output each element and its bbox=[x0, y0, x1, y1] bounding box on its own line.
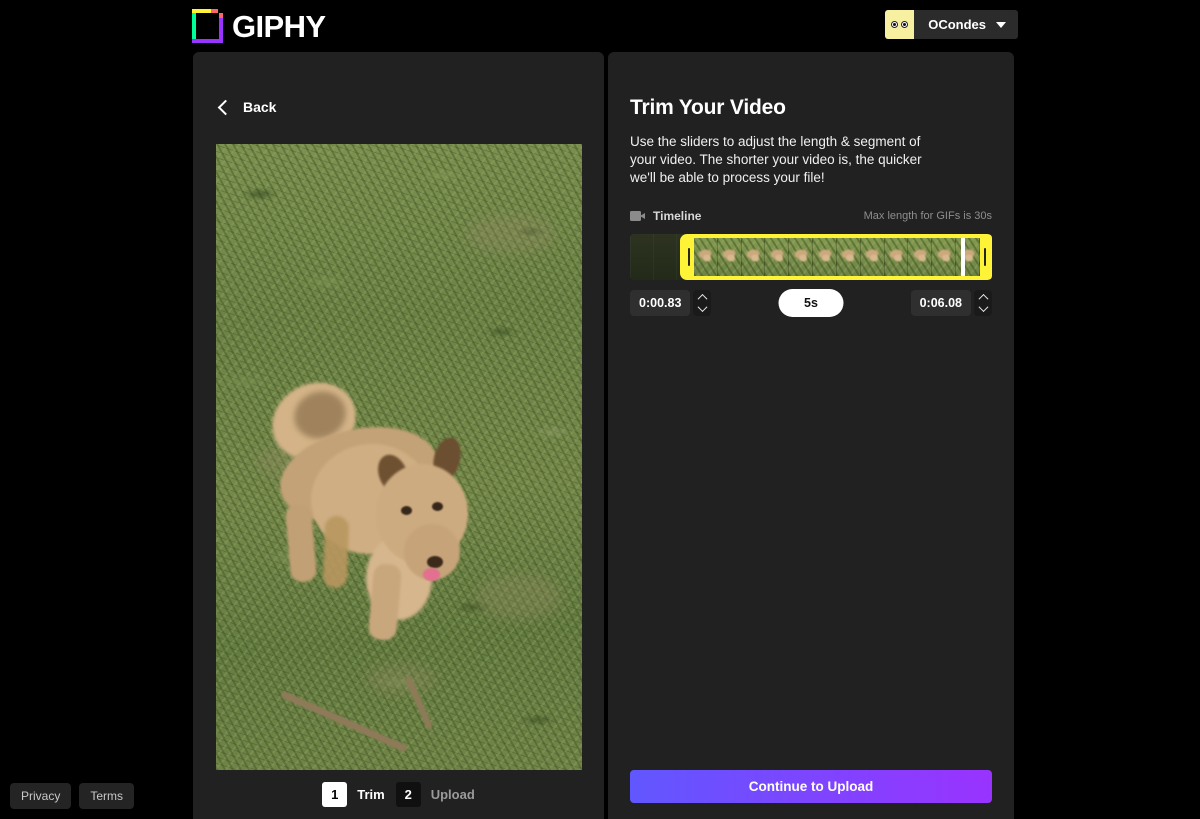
privacy-link[interactable]: Privacy bbox=[10, 783, 72, 809]
timeline-playhead[interactable] bbox=[961, 238, 965, 276]
chevron-left-icon bbox=[217, 99, 234, 115]
step-upload-number: 2 bbox=[395, 782, 421, 807]
trim-panel: Trim Your Video Use the sliders to adjus… bbox=[608, 52, 1014, 819]
end-time-input[interactable]: 0:06.08 bbox=[910, 290, 971, 316]
top-bar: GIPHY OCondes bbox=[0, 0, 1200, 52]
end-time-stepper[interactable] bbox=[974, 290, 992, 316]
preview-dog-subject bbox=[216, 144, 582, 770]
footer-links: Privacy Terms bbox=[10, 783, 135, 809]
app-root: GIPHY OCondes Back 1 Trim 2 Upload Trim … bbox=[0, 0, 1200, 819]
start-time-control[interactable]: 0:00.83 bbox=[630, 290, 712, 316]
trim-controls: 0:00.83 5s 0:06.08 bbox=[630, 289, 992, 318]
step-indicator: 1 Trim 2 Upload bbox=[193, 782, 604, 807]
start-time-stepper[interactable] bbox=[693, 290, 712, 316]
end-time-control[interactable]: 0:06.08 bbox=[910, 290, 992, 316]
timeline-label: Timeline bbox=[653, 209, 702, 223]
terms-link[interactable]: Terms bbox=[79, 783, 135, 809]
step-trim[interactable]: 1 Trim bbox=[322, 782, 385, 807]
duration-badge: 5s bbox=[778, 289, 844, 317]
back-button[interactable]: Back bbox=[217, 99, 277, 115]
chevron-down-icon[interactable] bbox=[697, 302, 708, 313]
step-upload[interactable]: 2 Upload bbox=[395, 782, 475, 807]
panel-description: Use the sliders to adjust the length & s… bbox=[630, 134, 922, 185]
user-avatar-eyes-icon bbox=[885, 10, 915, 39]
giphy-logo-icon bbox=[192, 9, 223, 43]
timeline-thumbnails bbox=[694, 238, 980, 276]
timeline-header: Timeline Max length for GIFs is 30s bbox=[630, 207, 992, 225]
continue-to-upload-button[interactable]: Continue to Upload bbox=[630, 770, 992, 803]
brand-name: GIPHY bbox=[232, 8, 326, 44]
timeline-track[interactable] bbox=[630, 234, 992, 280]
step-upload-label: Upload bbox=[430, 787, 475, 802]
timeline-max-note: Max length for GIFs is 30s bbox=[863, 210, 992, 222]
video-preview-panel: Back 1 Trim 2 Upload bbox=[193, 52, 604, 819]
step-trim-label: Trim bbox=[357, 787, 385, 802]
timeline-handle-start[interactable] bbox=[684, 238, 694, 276]
back-button-label: Back bbox=[243, 99, 277, 115]
step-trim-number: 1 bbox=[322, 782, 348, 807]
chevron-down-icon[interactable] bbox=[978, 302, 988, 313]
giphy-logo[interactable]: GIPHY bbox=[192, 8, 326, 44]
video-preview[interactable] bbox=[216, 144, 582, 770]
timeline-selection[interactable] bbox=[680, 234, 992, 280]
page-title: Trim Your Video bbox=[630, 96, 786, 119]
start-time-input[interactable]: 0:00.83 bbox=[630, 290, 691, 316]
timeline-handle-end[interactable] bbox=[980, 238, 990, 276]
account-menu[interactable]: OCondes bbox=[885, 10, 1018, 39]
video-camera-icon bbox=[630, 211, 645, 221]
account-username: OCondes bbox=[928, 17, 986, 32]
chevron-down-icon bbox=[996, 21, 1006, 28]
